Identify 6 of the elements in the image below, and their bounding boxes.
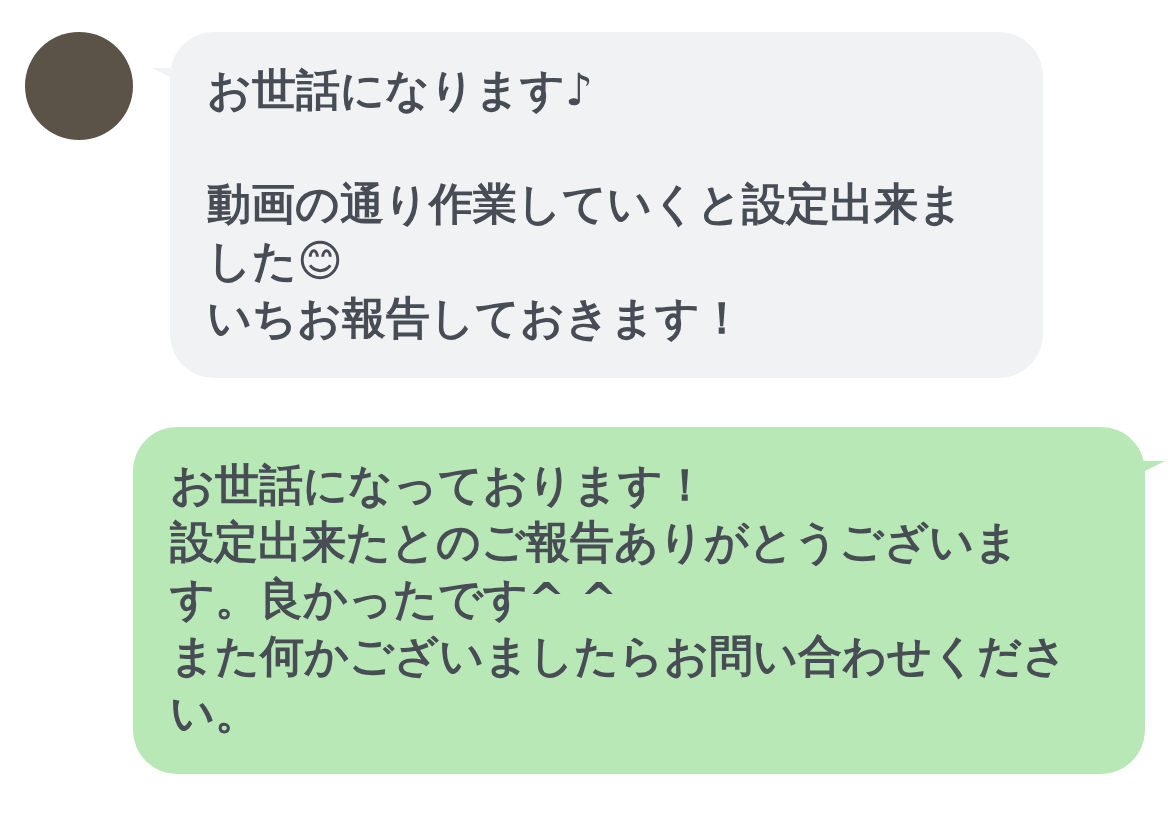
message-text: お世話になっております！ — [170, 458, 708, 512]
message-text: 動画の通り作業していくと設定出来ました😊 — [207, 177, 964, 288]
message-text: 設定出来たとのご報告ありがとうございます。良かったです^ ^ — [170, 515, 1020, 626]
message-text: お世話になります♪ — [207, 63, 595, 117]
message-text: いちお報告しておきます！ — [207, 291, 745, 345]
message-text: また何かございましたらお問い合わせください。 — [170, 629, 1068, 740]
